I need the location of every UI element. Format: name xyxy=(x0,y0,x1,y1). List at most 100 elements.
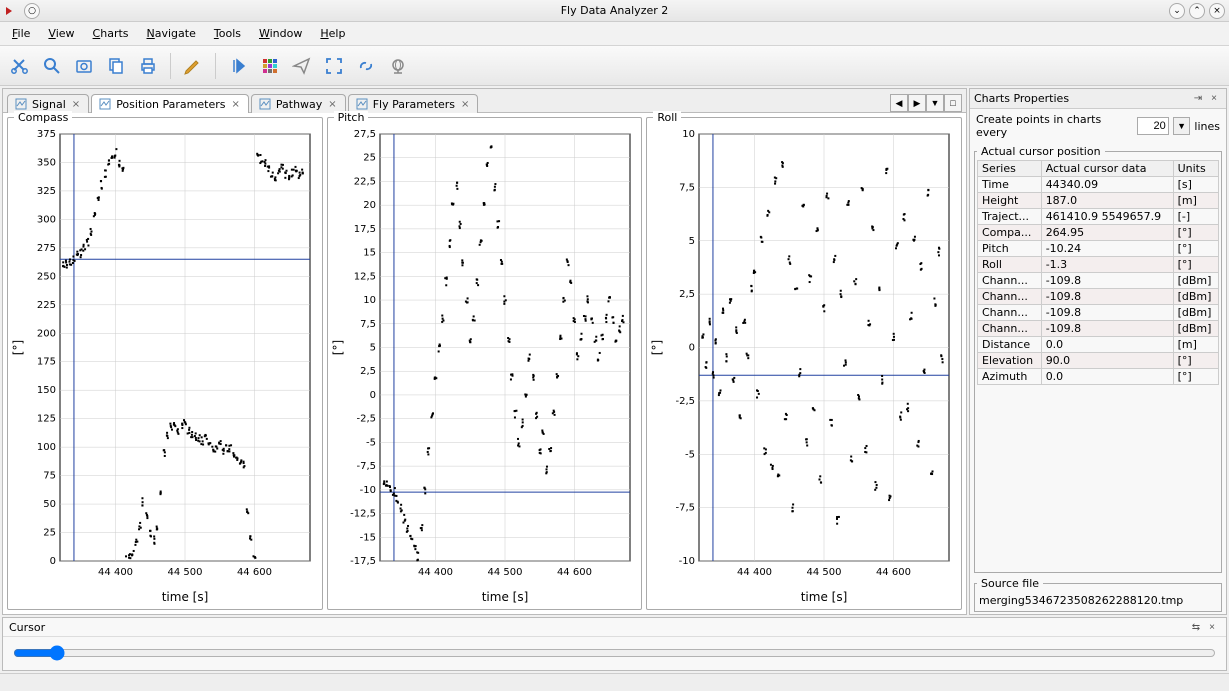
table-row[interactable]: Time44340.09[s] xyxy=(978,177,1219,193)
cursor-restore-button[interactable]: ⇆ xyxy=(1188,620,1204,634)
copy-button[interactable] xyxy=(102,52,130,80)
table-row[interactable]: Compa...264.95[°] xyxy=(978,225,1219,241)
tab-close-icon[interactable]: × xyxy=(326,99,338,110)
panel-close-button[interactable]: × xyxy=(1206,92,1222,106)
screenshot-button[interactable] xyxy=(70,52,98,80)
svg-text:-5: -5 xyxy=(366,437,376,448)
svg-text:-17,5: -17,5 xyxy=(350,556,376,567)
table-header[interactable]: Actual cursor data xyxy=(1041,161,1173,177)
pitch-chart-panel[interactable]: Pitch -17,5-15-12,5-10-7,5-5-2,502,557,5… xyxy=(327,117,643,610)
tab-nav: ◀ ▶ ▼ □ xyxy=(890,94,962,112)
svg-text:44 500: 44 500 xyxy=(168,567,203,578)
globe-button[interactable] xyxy=(384,52,412,80)
minimize-button[interactable]: ⌄ xyxy=(1169,3,1185,19)
menu-charts[interactable]: Charts xyxy=(85,24,137,43)
table-cell: [-] xyxy=(1173,209,1218,225)
roll-chart-panel[interactable]: Roll -10-7,5-5-2,502,557,51044 40044 500… xyxy=(646,117,962,610)
svg-text:44 400: 44 400 xyxy=(98,567,133,578)
tab-icon xyxy=(258,97,272,111)
svg-text:75: 75 xyxy=(43,471,56,482)
side-panel: Charts Properties ⇥ × Create points in c… xyxy=(969,88,1227,615)
table-row[interactable]: Pitch-10.24[°] xyxy=(978,241,1219,257)
table-row[interactable]: Chann...-109.8[dBm] xyxy=(978,321,1219,337)
play-button[interactable] xyxy=(224,52,252,80)
table-row[interactable]: Chann...-109.8[dBm] xyxy=(978,305,1219,321)
tab-position-parameters[interactable]: Position Parameters× xyxy=(91,94,249,113)
tab-maximize-button[interactable]: □ xyxy=(944,94,962,112)
statusbar xyxy=(0,673,1229,691)
tab-icon xyxy=(98,97,112,111)
content-area: Signal×Position Parameters×Pathway×Fly P… xyxy=(0,86,1229,617)
compass-chart-panel[interactable]: Compass 02550751001251501752002252502753… xyxy=(7,117,323,610)
menu-file[interactable]: File xyxy=(4,24,38,43)
table-cell: 461410.9 5549657.9 xyxy=(1041,209,1173,225)
menu-navigate[interactable]: Navigate xyxy=(139,24,204,43)
svg-text:20: 20 xyxy=(363,200,376,211)
send-button[interactable] xyxy=(288,52,316,80)
svg-text:50: 50 xyxy=(43,499,56,510)
table-row[interactable]: Height187.0[m] xyxy=(978,193,1219,209)
menu-view[interactable]: View xyxy=(40,24,82,43)
tab-label: Pathway xyxy=(276,98,322,111)
tab-close-icon[interactable]: × xyxy=(459,99,471,110)
grid-button[interactable] xyxy=(256,52,284,80)
window-title: Fly Data Analyzer 2 xyxy=(561,4,669,17)
link-button[interactable] xyxy=(352,52,380,80)
table-row[interactable]: Distance0.0[m] xyxy=(978,337,1219,353)
cursor-close-button[interactable]: × xyxy=(1204,620,1220,634)
points-input[interactable] xyxy=(1137,117,1169,135)
table-cell: 90.0 xyxy=(1041,353,1173,369)
menu-window[interactable]: Window xyxy=(251,24,310,43)
tab-close-icon[interactable]: × xyxy=(229,99,241,110)
svg-text:5: 5 xyxy=(369,343,375,354)
tab-pathway[interactable]: Pathway × xyxy=(251,94,346,113)
table-cell: [m] xyxy=(1173,337,1218,353)
edit-button[interactable] xyxy=(179,52,207,80)
table-header[interactable]: Series xyxy=(978,161,1042,177)
panel-pin-button[interactable]: ⇥ xyxy=(1190,92,1206,106)
tab-next-button[interactable]: ▶ xyxy=(908,94,926,112)
table-cell: 44340.09 xyxy=(1041,177,1173,193)
svg-text:-12,5: -12,5 xyxy=(350,509,376,520)
table-cell: Chann... xyxy=(978,321,1042,337)
table-cell: 187.0 xyxy=(1041,193,1173,209)
toolbar-separator xyxy=(215,53,216,79)
table-row[interactable]: Roll-1.3[°] xyxy=(978,257,1219,273)
cursor-slider[interactable] xyxy=(13,645,1216,661)
svg-text:7,5: 7,5 xyxy=(679,182,695,193)
table-row[interactable]: Chann...-109.8[dBm] xyxy=(978,289,1219,305)
table-cell: -109.8 xyxy=(1041,289,1173,305)
maximize-button[interactable]: ⌃ xyxy=(1189,3,1205,19)
window-menu-button[interactable]: ○ xyxy=(24,3,40,19)
table-row[interactable]: Traject...461410.9 5549657.9[-] xyxy=(978,209,1219,225)
cut-button[interactable] xyxy=(6,52,34,80)
svg-text:7,5: 7,5 xyxy=(360,319,376,330)
print-button[interactable] xyxy=(134,52,162,80)
svg-text:44 500: 44 500 xyxy=(487,567,522,578)
svg-text:225: 225 xyxy=(37,300,56,311)
charts-row: Compass 02550751001251501752002252502753… xyxy=(3,113,966,614)
close-button[interactable]: × xyxy=(1209,3,1225,19)
fit-button[interactable] xyxy=(320,52,348,80)
table-cell: Azimuth xyxy=(978,369,1042,385)
svg-text:125: 125 xyxy=(37,414,56,425)
table-row[interactable]: Elevation90.0[°] xyxy=(978,353,1219,369)
table-header[interactable]: Units xyxy=(1173,161,1218,177)
tab-prev-button[interactable]: ◀ xyxy=(890,94,908,112)
table-cell: -1.3 xyxy=(1041,257,1173,273)
zoom-button[interactable] xyxy=(38,52,66,80)
table-row[interactable]: Chann...-109.8[dBm] xyxy=(978,273,1219,289)
menu-help[interactable]: Help xyxy=(312,24,353,43)
table-cell: [m] xyxy=(1173,193,1218,209)
menu-tools[interactable]: Tools xyxy=(206,24,249,43)
points-dropdown-button[interactable]: ▼ xyxy=(1173,117,1191,135)
table-row[interactable]: Azimuth0.0[°] xyxy=(978,369,1219,385)
app-icon xyxy=(4,5,20,17)
panel-title: Charts Properties xyxy=(974,92,1069,105)
table-cell: Chann... xyxy=(978,305,1042,321)
tab-label: Fly Parameters xyxy=(373,98,455,111)
svg-text:-2,5: -2,5 xyxy=(356,414,376,425)
tab-close-icon[interactable]: × xyxy=(70,99,82,110)
table-cell: Pitch xyxy=(978,241,1042,257)
tab-dropdown-button[interactable]: ▼ xyxy=(926,94,944,112)
